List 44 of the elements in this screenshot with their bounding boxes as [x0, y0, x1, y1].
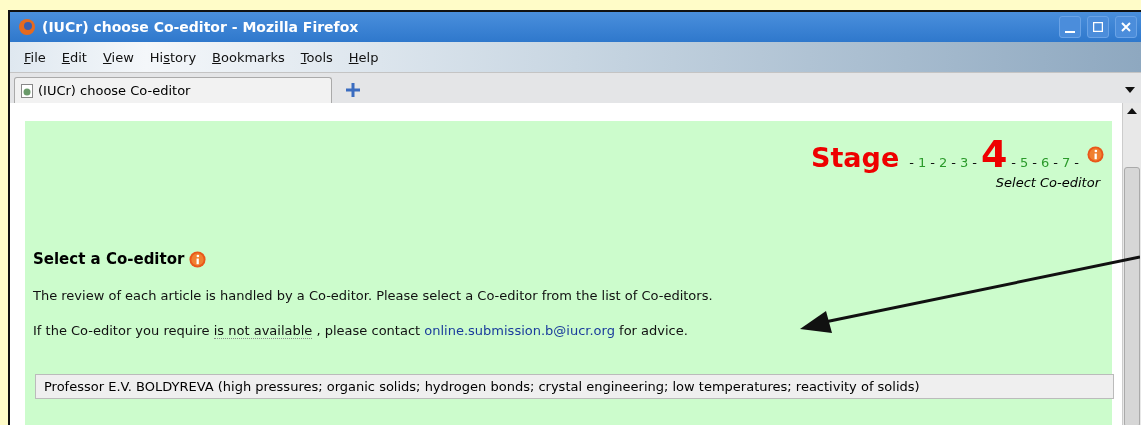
- scrollbar[interactable]: [1122, 103, 1141, 425]
- menu-item[interactable]: Help: [340, 47, 387, 67]
- menu-item[interactable]: History: [141, 47, 205, 67]
- menu-item[interactable]: Edit: [53, 47, 95, 67]
- stage-subtitle: Select Co-editor: [995, 175, 1100, 190]
- step-separator: -: [1074, 155, 1079, 170]
- step-separator: -: [951, 155, 956, 170]
- maximize-button[interactable]: [1087, 16, 1109, 38]
- coeditor-select[interactable]: Professor E.V. BOLDYREVA (high pressures; organic solids; hydrogen bonds; crystal engineering; low temperatures; reactivity of solids): [35, 374, 1114, 399]
- window-title: (IUCr) choose Co-editor - Mozilla Firefox: [42, 19, 360, 35]
- browser-tab[interactable]: (IUCr) choose Co-editor: [14, 77, 332, 103]
- maximize-icon: [1093, 22, 1103, 32]
- intro-text: The review of each article is handled by a Co-editor. Please select a Co-editor from the list of Co-editors.: [33, 288, 714, 303]
- info-icon[interactable]: [189, 250, 207, 268]
- page-icon: [21, 83, 33, 98]
- plus-icon[interactable]: [344, 81, 362, 99]
- stage-step: 4: [980, 135, 1008, 173]
- contact-text: If the Co-editor you require is not available , please contact online.submission.b@iucr.org for advice.: [33, 323, 689, 338]
- stage-step: 3: [959, 156, 969, 169]
- stage-step: 1: [917, 156, 927, 169]
- stage-title: Stage: [811, 142, 900, 173]
- step-separator: -: [930, 155, 935, 170]
- step-separator: -: [1053, 155, 1058, 170]
- step-separator: -: [1032, 155, 1038, 170]
- close-button[interactable]: [1115, 16, 1137, 38]
- section-heading: Select a Co-editor: [33, 250, 185, 268]
- stage-step: 7: [1062, 156, 1071, 169]
- stage-step: 5: [1020, 156, 1029, 169]
- menu-item[interactable]: View: [94, 47, 142, 67]
- stage-step: 6: [1041, 156, 1050, 169]
- close-icon: [1121, 22, 1131, 32]
- step-separator: -: [972, 155, 977, 170]
- menu-item[interactable]: Tools: [292, 47, 341, 67]
- menu-item[interactable]: Bookmarks: [204, 47, 293, 67]
- dropdown-arrow-icon[interactable]: [1125, 87, 1135, 93]
- info-icon[interactable]: [1087, 145, 1104, 163]
- step-separator: -: [909, 155, 914, 170]
- email-link[interactable]: online.submission.b@iucr.org: [424, 323, 615, 338]
- scroll-thumb[interactable]: [1124, 167, 1140, 425]
- step-separator: -: [1011, 155, 1017, 170]
- minimize-icon: [1065, 31, 1075, 33]
- stage-step: 2: [938, 156, 948, 169]
- minimize-button[interactable]: [1059, 16, 1081, 38]
- menu-item[interactable]: File: [16, 47, 54, 67]
